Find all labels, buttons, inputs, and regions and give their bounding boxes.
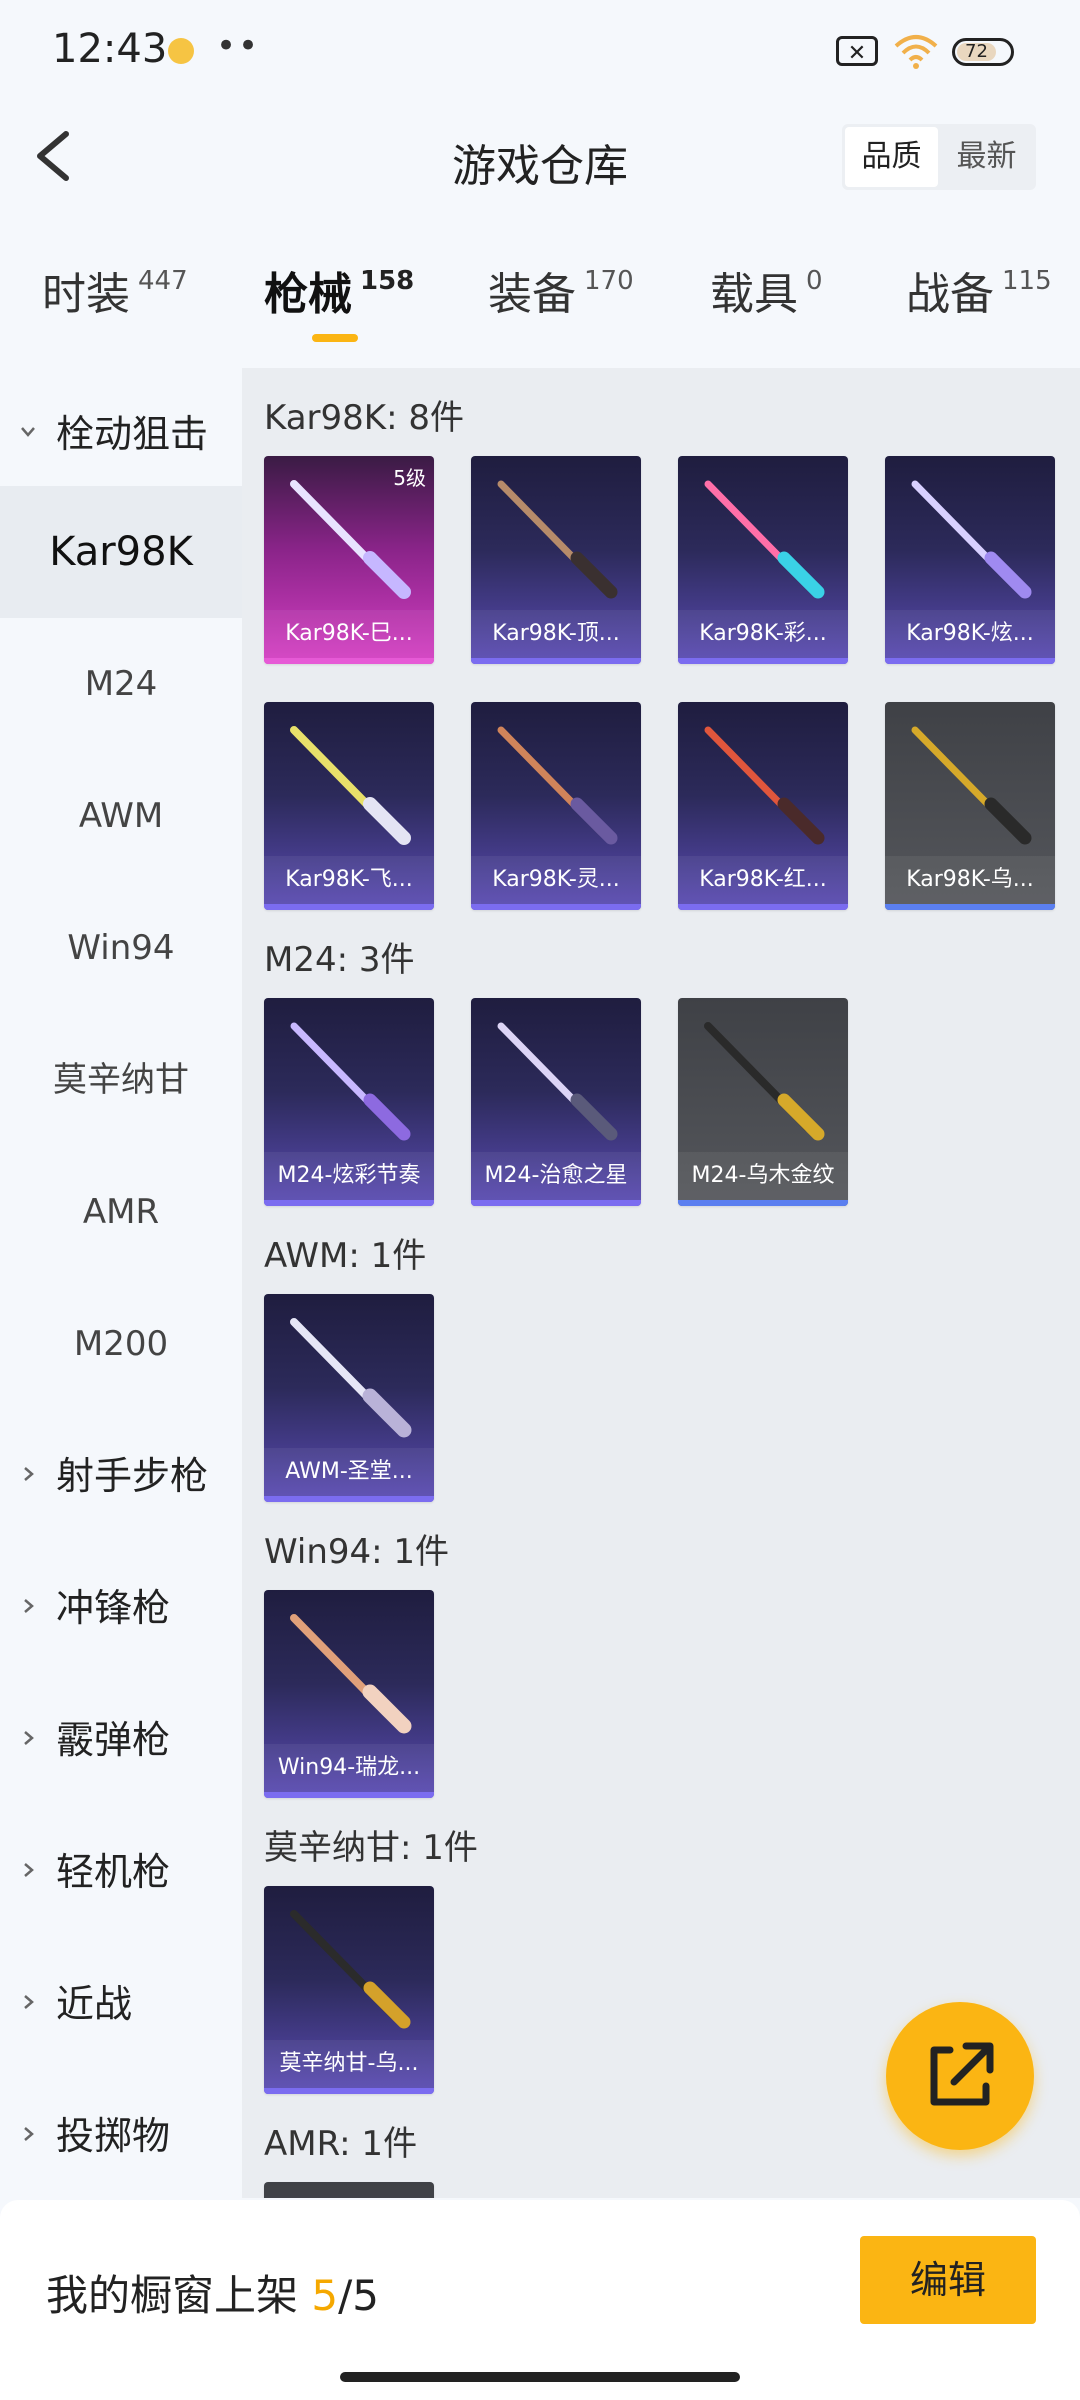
chevron-right-icon	[24, 1599, 34, 1613]
battery-icon: 72	[952, 38, 1014, 66]
tab-supplies[interactable]: 战备 115	[906, 258, 1052, 322]
skin-card[interactable]: Kar98K-炫...	[885, 456, 1055, 664]
skin-card[interactable]: 莫辛纳甘-乌...	[264, 1886, 434, 2094]
rifle-icon	[290, 1614, 412, 1734]
tab-equipment[interactable]: 装备 170	[488, 258, 634, 322]
sidebar-item-amr[interactable]: AMR	[0, 1146, 242, 1278]
sort-quality-button[interactable]: 品质	[845, 127, 938, 187]
chevron-down-icon	[21, 427, 35, 437]
tab-vehicles[interactable]: 载具 0	[710, 258, 823, 322]
skin-name: Kar98K-炫...	[885, 610, 1055, 658]
battery-level: 72	[965, 41, 988, 62]
chevron-right-icon	[24, 1467, 34, 1481]
sidebar-item-kar98k[interactable]: Kar98K	[0, 486, 242, 618]
sidebar-group-lmg[interactable]: 轻机枪	[0, 1806, 242, 1938]
skin-card[interactable]: M24-炫彩节奏	[264, 998, 434, 1206]
skin-card[interactable]: M24-治愈之星	[471, 998, 641, 1206]
sidebar-item-mosin[interactable]: 莫辛纳甘	[0, 1014, 242, 1146]
edit-button[interactable]: 编辑	[860, 2236, 1036, 2324]
sidebar-item-m24[interactable]: M24	[0, 618, 242, 750]
skin-card[interactable]: 5级 Kar98K-巳...	[264, 456, 434, 664]
chevron-right-icon	[24, 1863, 34, 1877]
showcase-bar: 我的橱窗上架 5/5 编辑	[0, 2200, 1080, 2400]
status-time: 12:43	[52, 26, 168, 72]
skin-card[interactable]	[264, 2182, 434, 2198]
skin-name: Kar98K-红...	[678, 856, 848, 904]
chevron-right-icon	[24, 2127, 34, 2141]
home-indicator[interactable]	[340, 2372, 740, 2382]
notification-icon	[168, 38, 194, 64]
rifle-icon	[704, 726, 825, 845]
sort-newest-button[interactable]: 最新	[940, 124, 1033, 190]
skin-card[interactable]: Kar98K-乌...	[885, 702, 1055, 910]
sim-missing-icon: ✕	[836, 36, 878, 66]
category-tabs: 时装 447 枪械 158 装备 170 载具 0 战备 115	[0, 258, 1080, 338]
section-title-awm: AWM: 1件	[264, 1236, 427, 1276]
skin-card[interactable]: Win94-瑞龙...	[264, 1590, 434, 1798]
skin-name: Kar98K-乌...	[885, 856, 1055, 904]
rifle-icon	[290, 1022, 411, 1141]
rifle-icon	[290, 1318, 412, 1438]
inventory-grid: Kar98K: 8件 5级 Kar98K-巳... Kar98K-顶... Ka…	[242, 368, 1080, 2198]
sidebar-item-win94[interactable]: Win94	[0, 882, 242, 1014]
skin-name: Kar98K-灵...	[471, 856, 641, 904]
chevron-right-icon	[24, 1995, 34, 2009]
showcase-count: 我的橱窗上架 5/5	[46, 2271, 379, 2320]
section-title-amr: AMR: 1件	[264, 2124, 418, 2164]
chevron-right-icon	[24, 1731, 34, 1745]
sidebar-item-m200[interactable]: M200	[0, 1278, 242, 1410]
skin-name: Kar98K-飞...	[264, 856, 434, 904]
skin-name: Win94-瑞龙...	[264, 1744, 434, 1792]
skin-card[interactable]: M24-乌木金纹	[678, 998, 848, 1206]
rifle-icon	[704, 1022, 825, 1141]
tab-firearms[interactable]: 枪械 158	[264, 258, 414, 322]
rifle-icon	[497, 1022, 618, 1141]
sidebar-item-awm[interactable]: AWM	[0, 750, 242, 882]
rifle-icon	[497, 480, 618, 599]
sort-toggle: 品质 最新	[842, 124, 1036, 190]
sidebar-group-bolt-action[interactable]: 栓动狙击	[0, 368, 242, 500]
status-bar: 12:43 •• ✕ 72	[0, 0, 1080, 100]
section-title-mosin: 莫辛纳甘: 1件	[264, 1828, 478, 1868]
rifle-icon	[911, 726, 1032, 845]
skin-card[interactable]: Kar98K-灵...	[471, 702, 641, 910]
rifle-icon	[911, 480, 1032, 599]
sidebar-group-melee[interactable]: 近战	[0, 1938, 242, 2070]
skin-card[interactable]: Kar98K-顶...	[471, 456, 641, 664]
skin-name: M24-炫彩节奏	[264, 1152, 434, 1200]
wifi-icon	[894, 35, 938, 69]
sidebar-group-throwables[interactable]: 投掷物	[0, 2070, 242, 2202]
tab-outfits[interactable]: 时装 447	[42, 258, 188, 322]
sidebar-group-shotgun[interactable]: 霰弹枪	[0, 1674, 242, 1806]
skin-card[interactable]: Kar98K-红...	[678, 702, 848, 910]
skin-name: 莫辛纳甘-乌...	[264, 2040, 434, 2088]
skin-name: Kar98K-巳...	[264, 610, 434, 658]
sidebar-group-smg[interactable]: 冲锋枪	[0, 1542, 242, 1674]
rifle-icon	[290, 480, 411, 599]
skin-name: M24-治愈之星	[471, 1152, 641, 1200]
skin-name: Kar98K-彩...	[678, 610, 848, 658]
rifle-icon	[497, 726, 618, 845]
external-link-icon	[930, 2042, 994, 2106]
rifle-icon	[704, 480, 825, 599]
share-button[interactable]	[886, 2002, 1034, 2150]
skin-name: Kar98K-顶...	[471, 610, 641, 658]
weapon-category-sidebar: 栓动狙击 Kar98K M24 AWM Win94 莫辛纳甘 AMR M200 …	[0, 368, 242, 2198]
skin-card[interactable]: AWM-圣堂...	[264, 1294, 434, 1502]
rifle-icon	[290, 726, 411, 845]
section-title-win94: Win94: 1件	[264, 1532, 450, 1572]
rifle-icon	[290, 1910, 411, 2029]
skin-name: AWM-圣堂...	[264, 1448, 434, 1496]
skin-card[interactable]: Kar98K-飞...	[264, 702, 434, 910]
skin-name: M24-乌木金纹	[678, 1152, 848, 1200]
section-title-kar98k: Kar98K: 8件	[264, 398, 464, 438]
active-tab-indicator	[312, 334, 358, 342]
section-title-m24: M24: 3件	[264, 940, 415, 980]
skin-card[interactable]: Kar98K-彩...	[678, 456, 848, 664]
sidebar-group-dmr[interactable]: 射手步枪	[0, 1410, 242, 1542]
more-notifications-icon: ••	[216, 26, 261, 66]
